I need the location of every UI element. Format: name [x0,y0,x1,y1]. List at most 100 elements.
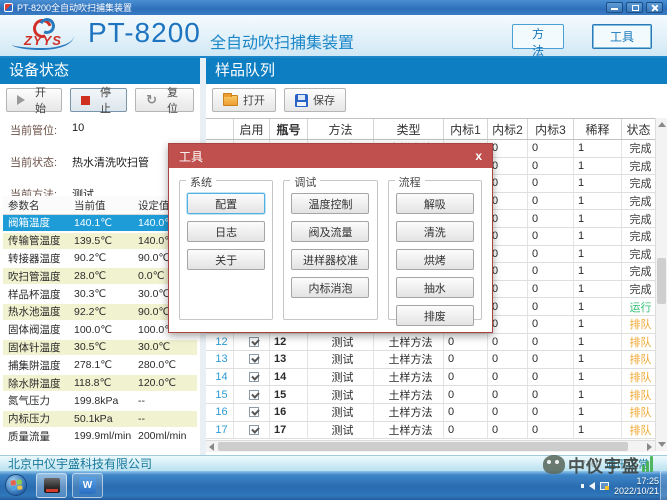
tools-dialog-button[interactable]: 阀及流量 [291,221,369,242]
queue-cell-num: 16 [206,404,234,421]
taskbar-app-w[interactable]: W [72,473,103,498]
tools-dialog-button[interactable]: 烘烤 [396,249,474,270]
enable-checkbox[interactable] [249,407,259,417]
param-row[interactable]: 质量流量199.9ml/min200ml/min [3,429,197,445]
queue-cell-is3: 0 [528,193,574,210]
enable-checkbox[interactable] [249,372,259,382]
enable-checkbox[interactable] [249,425,259,435]
enable-checkbox[interactable] [249,354,259,364]
dialog-group: 系统配置日志关于 [179,180,273,320]
start-button[interactable] [5,474,27,496]
queue-cell-is3: 0 [528,175,574,192]
show-desktop-button[interactable] [660,471,667,500]
enable-checkbox[interactable] [249,390,259,400]
enable-checkbox[interactable] [249,337,259,347]
queue-cell-status: 完成 [622,228,655,245]
horizontal-scrollbar[interactable] [206,440,655,452]
queue-cell-status: 排队 [622,351,655,368]
tools-dialog-body: 系统配置日志关于调试温度控制阀及流量进样器校准内标消泡流程解吸清洗烘烤抽水排废 [169,168,492,328]
reset-button[interactable]: ↻复位 [135,88,194,112]
param-current: 30.5℃ [69,341,133,353]
tools-button[interactable]: 工具 [592,24,652,49]
queue-cell-method: 测试 [308,404,374,421]
queue-cell-enable [234,404,270,421]
queue-cell-status: 完成 [622,193,655,210]
queue-cell-num: 12 [206,334,234,351]
queue-cell-type: 土样方法 [374,351,444,368]
windows-flag-icon [11,479,23,490]
vscroll-thumb[interactable] [657,258,666,304]
queue-row[interactable]: 1515测试土样方法0001排队 [206,386,655,404]
tools-dialog-button[interactable]: 日志 [187,221,265,242]
tools-dialog-button[interactable]: 抽水 [396,277,474,298]
maximize-button[interactable] [626,2,643,13]
param-current: 90.2℃ [69,252,133,264]
vertical-scrollbar[interactable] [655,118,667,451]
stop-button[interactable]: 停止 [70,88,127,112]
queue-cell-dil: 1 [574,210,622,227]
app-header: ZYYS PT-8200 全自动吹扫捕集装置 方法 工具 [0,15,667,58]
queue-row[interactable]: 1212测试土样方法0001排队 [206,334,655,352]
queue-cell-is3: 0 [528,404,574,421]
param-row[interactable]: 氮气压力199.8kPa-- [3,393,197,409]
clock[interactable]: 17:25 2022/10/21 [614,476,659,496]
minimize-button[interactable] [606,2,623,13]
close-button[interactable] [646,2,663,13]
hscroll-thumb[interactable] [218,442,628,451]
network-icon[interactable] [600,482,609,490]
queue-row[interactable]: 1414测试土样方法0001排队 [206,369,655,387]
queue-cell-dil: 1 [574,175,622,192]
tray-date: 2022/10/21 [614,486,659,496]
queue-cell-status: 完成 [622,210,655,227]
scroll-left-icon[interactable] [209,443,214,451]
taskbar-app-pt8200[interactable] [36,473,67,498]
tools-dialog-button[interactable]: 关于 [187,249,265,270]
app-icon [4,3,13,12]
param-row[interactable]: 除水阱温度118.8℃120.0℃ [3,375,197,391]
param-set: 200ml/min [133,430,197,442]
open-button[interactable]: 打开 [212,88,276,112]
param-current: 199.8kPa [69,395,133,407]
queue-row[interactable]: 1313测试土样方法0001排队 [206,351,655,369]
queue-cell-status: 完成 [622,175,655,192]
scroll-right-icon[interactable] [647,443,652,451]
start-button[interactable]: 开始 [6,88,62,112]
tools-dialog-button[interactable]: 温度控制 [291,193,369,214]
queue-cell-type: 土样方法 [374,334,444,351]
queue-table-header: 启用 瓶号 方法 类型 内标1 内标2 内标3 稀释 状态 [206,118,655,140]
scroll-up-icon[interactable] [658,122,666,127]
dialog-close-button[interactable]: x [475,149,482,163]
company-logo: ZYYS [12,18,74,54]
dialog-group-label: 流程 [395,174,425,190]
queue-cell-type: 土样方法 [374,386,444,403]
queue-cell-dil: 1 [574,404,622,421]
tools-dialog-button[interactable]: 配置 [187,193,265,214]
device-toolbar: 开始 停止 ↻复位 [0,86,200,114]
param-row[interactable]: 捕集阱温度278.1℃280.0℃ [3,357,197,373]
queue-cell-status: 完成 [622,281,655,298]
dialog-group: 流程解吸清洗烘烤抽水排废 [388,180,482,320]
device-code: 7160 [581,459,601,469]
tools-dialog-button[interactable]: 排废 [396,305,474,326]
queue-cell-bottle: 15 [270,386,308,403]
tools-dialog-button[interactable]: 清洗 [396,221,474,242]
param-row[interactable]: 固体针温度30.5℃30.0℃ [3,340,197,356]
queue-cell-num: 14 [206,369,234,386]
tools-dialog-button[interactable]: 内标消泡 [291,277,369,298]
save-button[interactable]: 保存 [284,88,346,112]
queue-cell-bottle: 12 [270,334,308,351]
method-button[interactable]: 方法 [512,24,564,49]
queue-cell-method: 测试 [308,334,374,351]
queue-row[interactable]: 1717测试土样方法0001排队 [206,422,655,440]
scroll-down-icon[interactable] [658,442,666,447]
tools-dialog-button[interactable]: 解吸 [396,193,474,214]
speaker-icon[interactable] [589,482,595,490]
param-row[interactable]: 内标压力50.1kPa-- [3,411,197,427]
queue-cell-is2: 0 [488,351,528,368]
queue-row[interactable]: 1616测试土样方法0001排队 [206,404,655,422]
queue-cell-is3: 0 [528,422,574,439]
tools-dialog-button[interactable]: 进样器校准 [291,249,369,270]
queue-cell-dil: 1 [574,334,622,351]
queue-cell-type: 土样方法 [374,404,444,421]
queue-cell-status: 排队 [622,369,655,386]
